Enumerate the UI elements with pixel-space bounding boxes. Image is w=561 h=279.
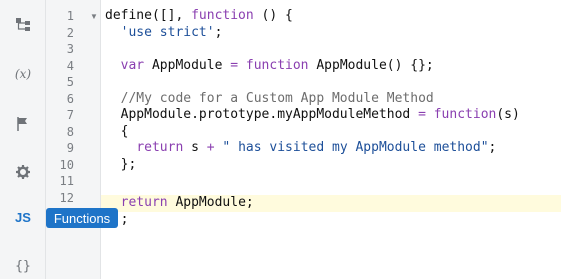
code-editor[interactable]: define([], function () { 'use strict'; v… <box>101 0 561 279</box>
line-number: 5 <box>66 75 74 89</box>
js-functions-icon[interactable]: JS <box>0 205 46 229</box>
braces-icon[interactable]: {} <box>0 254 46 278</box>
code-token: ; <box>214 24 223 40</box>
variables-icon-label: (x) <box>14 67 32 81</box>
line-number: 2 <box>66 25 74 40</box>
code-line-12: return AppModule; <box>105 195 254 212</box>
code-token: }; <box>120 156 137 172</box>
js-functions-icon-label: JS <box>15 209 31 225</box>
keyword-token: var <box>120 57 145 73</box>
code-line-8: { <box>105 123 129 141</box>
line-number: 1 <box>66 9 74 23</box>
braces-icon-label: {} <box>15 258 31 274</box>
keyword-token: function <box>433 107 497 122</box>
code-line-4: var AppModule = function AppModule() {}; <box>105 58 434 75</box>
line-number: 8 <box>66 124 74 139</box>
line-number: 6 <box>66 91 74 106</box>
gear-icon[interactable] <box>0 160 46 184</box>
line-number: 10 <box>59 157 74 172</box>
code-token: s <box>183 140 207 155</box>
keyword-token: return <box>136 140 184 155</box>
code-token: AppModule <box>144 57 231 73</box>
code-line-7: AppModule.prototype.myAppModuleMethod = … <box>105 107 520 124</box>
variables-icon[interactable]: (x) <box>0 62 46 86</box>
string-token: 'use strict' <box>120 24 215 40</box>
code-line-9: return s + " has visited my AppModule me… <box>105 140 496 157</box>
string-token: " has visited my AppModule method" <box>222 140 489 155</box>
code-token: { <box>120 123 129 139</box>
left-sidebar: (x) JS {} <box>0 0 46 279</box>
line-number: 9 <box>66 141 74 155</box>
flag-icon[interactable] <box>0 112 46 136</box>
operator-token: + <box>206 140 215 155</box>
operator-token: = <box>418 107 426 122</box>
line-number-gutter: 1 2 3 4 5 6 7 8 9 10 11 12 13 ▼ <box>46 0 101 279</box>
line-number: 7 <box>66 108 74 122</box>
structure-tree-icon[interactable] <box>0 13 46 37</box>
code-token: (s) <box>496 107 520 122</box>
code-line-10: }; <box>105 156 137 174</box>
line-number: 3 <box>66 42 74 56</box>
keyword-token: function <box>191 8 254 23</box>
line-number: 4 <box>66 58 74 73</box>
code-token: define([], <box>105 8 192 23</box>
code-token: AppModule; <box>167 195 254 210</box>
code-line-1: define([], function () { <box>105 8 293 25</box>
code-line-2: 'use strict'; <box>105 24 223 42</box>
line-number: 11 <box>59 174 74 188</box>
code-token: () { <box>253 8 293 23</box>
code-line-6: //My code for a Custom App Module Method <box>105 91 434 108</box>
code-token: AppModule() {}; <box>308 57 434 73</box>
line-number: 12 <box>59 190 74 205</box>
code-token: AppModule.prototype.myAppModuleMethod <box>120 107 419 122</box>
operator-token: = <box>230 57 239 73</box>
keyword-token: function <box>245 57 309 73</box>
comment-token: //My code for a Custom App Module Method <box>120 90 434 106</box>
fold-arrow-icon[interactable]: ▼ <box>90 8 98 25</box>
functions-tooltip: Functions <box>46 208 118 228</box>
keyword-token: return <box>120 195 168 210</box>
code-token: ; <box>488 140 497 155</box>
